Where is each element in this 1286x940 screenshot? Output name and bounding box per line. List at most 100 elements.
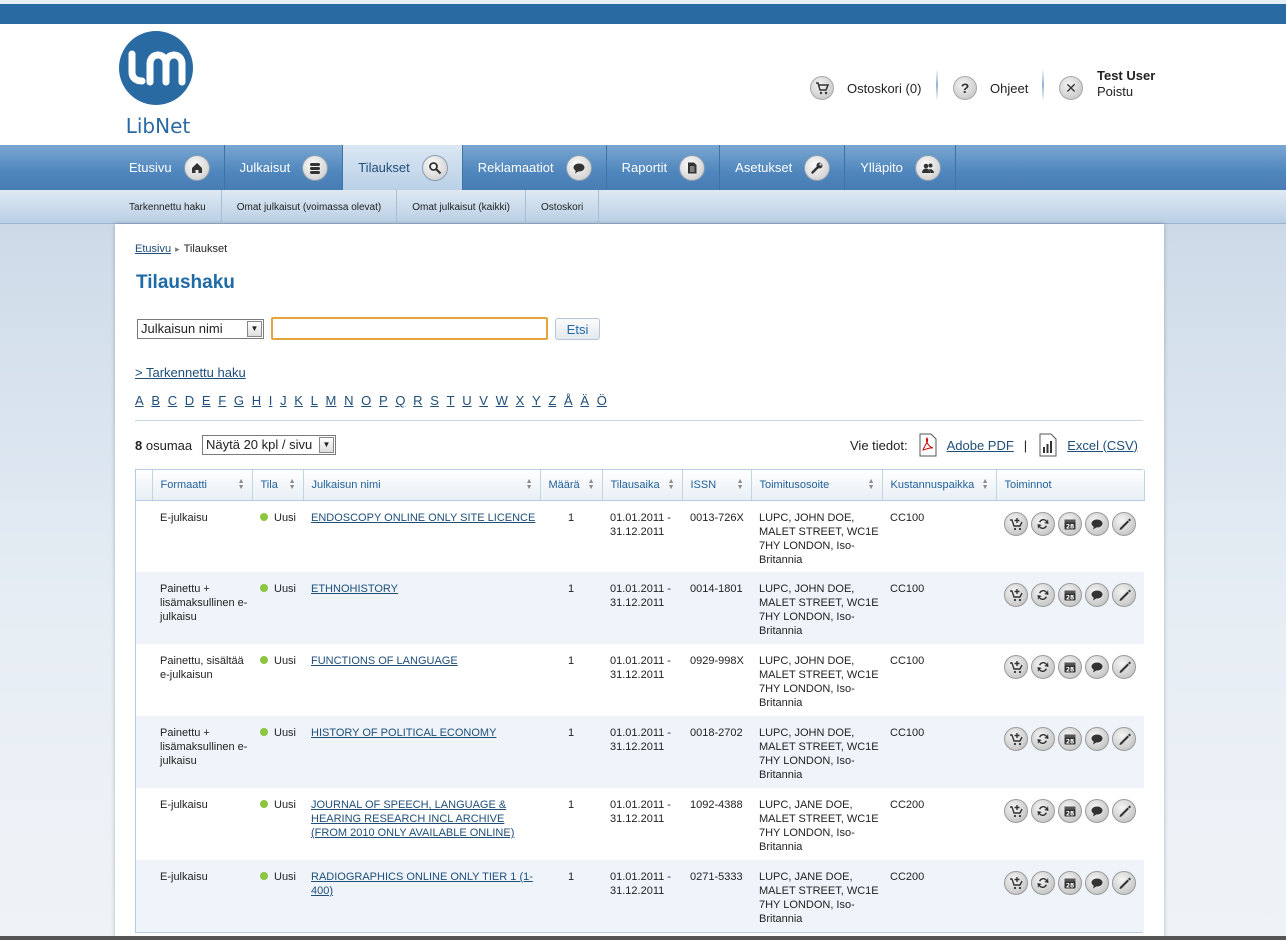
column-header-maara[interactable]: Määrä ▲ ▼ [540,470,603,501]
question-icon: ? [953,76,977,100]
letter-link[interactable]: Ä [580,393,589,408]
search-input[interactable] [271,317,548,340]
per-page-select[interactable]: Näytä 20 kpl / sivu ▼ [202,435,336,455]
letter-link[interactable]: Y [532,393,541,408]
subnav-item-own-all[interactable]: Omat julkaisut (kaikki) [397,190,527,224]
column-header-julkaisun-nimi[interactable]: Julkaisun nimi ▲ ▼ [303,470,541,501]
letter-link[interactable]: A [135,393,144,408]
calendar-button[interactable]: 28 [1058,727,1082,751]
renew-button[interactable] [1031,727,1055,751]
publication-title-link[interactable]: JOURNAL OF SPEECH, LANGUAGE & HEARING RE… [311,799,514,839]
letter-link[interactable]: J [280,393,287,408]
nav-item-raportit[interactable]: Raportit [607,145,721,190]
letter-link[interactable]: M [326,393,337,408]
nav-item-reklamaatiot[interactable]: Reklamaatiot [463,145,607,190]
edit-button[interactable] [1112,727,1136,751]
search-field-select[interactable]: Julkaisun nimi ▼ [137,319,264,339]
help-link[interactable]: ? Ohjeet [953,71,1028,105]
nav-item-julkaisut[interactable]: Julkaisut [225,145,344,190]
letter-link[interactable]: P [379,393,388,408]
letter-link[interactable]: Q [395,393,405,408]
export-csv-link[interactable]: Excel (CSV) [1067,438,1138,453]
letter-link[interactable]: S [430,393,439,408]
column-header-tilausaika[interactable]: Tilausaika ▲ ▼ [602,470,683,501]
cart-add-button[interactable] [1004,511,1028,536]
edit-button[interactable] [1112,871,1136,895]
column-header-tila[interactable]: Tila ▲ ▼ [252,470,304,501]
column-header-issn[interactable]: ISSN ▲ ▼ [682,470,752,501]
column-header-kustannuspaikka[interactable]: Kustannuspaikka ▲ ▼ [882,470,997,501]
nav-item-asetukset[interactable]: Asetukset [720,145,846,190]
letter-link[interactable]: N [344,393,353,408]
excel-icon [1039,433,1057,457]
cart-add-button[interactable] [1004,583,1028,607]
nav-item-tilaukset[interactable]: Tilaukset [343,145,463,190]
letter-link[interactable]: Å [564,393,573,408]
advanced-search-link[interactable]: > Tarkennettu haku [135,365,246,380]
subnav-item-advanced-search[interactable]: Tarkennettu haku [114,190,222,224]
renew-button[interactable] [1031,799,1055,823]
cart-add-button[interactable] [1004,655,1028,679]
publication-title-link[interactable]: ENDOSCOPY ONLINE ONLY SITE LICENCE [311,512,535,524]
logout-link[interactable]: Poistu [1097,84,1155,99]
letter-link[interactable]: E [202,393,211,408]
comment-button[interactable] [1085,511,1109,536]
comment-button[interactable] [1085,655,1109,679]
letter-link[interactable]: H [252,393,261,408]
calendar-button[interactable]: 28 [1058,655,1082,679]
nav-item-yllapito[interactable]: Ylläpito [845,145,956,190]
column-header-formaatti[interactable]: Formaatti ▲ ▼ [152,470,253,501]
letter-link[interactable]: L [311,393,318,408]
renew-button[interactable] [1031,583,1055,607]
publication-title-link[interactable]: RADIOGRAPHICS ONLINE ONLY TIER 1 (1-400) [311,871,533,897]
edit-button[interactable] [1112,655,1136,679]
cart-add-button[interactable] [1004,871,1028,895]
comment-button[interactable] [1085,583,1109,607]
column-header-toimitusosoite[interactable]: Toimitusosoite ▲ ▼ [751,470,883,501]
cart-add-button[interactable] [1004,799,1028,823]
letter-link[interactable]: Z [548,393,556,408]
calendar-button[interactable]: 28 [1058,583,1082,607]
letter-link[interactable]: F [218,393,226,408]
edit-button[interactable] [1112,799,1136,823]
calendar-icon: 28 [1063,517,1077,531]
renew-button[interactable] [1031,655,1055,679]
letter-link[interactable]: I [269,393,273,408]
edit-button[interactable] [1112,583,1136,607]
publication-title-link[interactable]: FUNCTIONS OF LANGUAGE [311,655,458,667]
letter-link[interactable]: B [151,393,160,408]
edit-button[interactable] [1112,511,1136,536]
letter-link[interactable]: G [234,393,244,408]
publication-title-link[interactable]: HISTORY OF POLITICAL ECONOMY [311,727,496,739]
letter-link[interactable]: X [516,393,525,408]
nav-item-etusivu[interactable]: Etusivu [114,145,225,190]
letter-link[interactable]: D [185,393,194,408]
search-button[interactable]: Etsi [555,318,600,340]
comment-button[interactable] [1085,871,1109,895]
cart-link[interactable]: Ostoskori (0) [810,71,921,105]
calendar-button[interactable]: 28 [1058,799,1082,823]
subnav-item-cart[interactable]: Ostoskori [526,190,600,224]
letter-link[interactable]: K [294,393,303,408]
letter-link[interactable]: V [479,393,488,408]
letter-link[interactable]: T [447,393,455,408]
libnet-logo[interactable]: LibNet [118,30,198,140]
letter-link[interactable]: O [361,393,371,408]
letter-link[interactable]: R [413,393,422,408]
renew-button[interactable] [1031,871,1055,895]
publication-title-link[interactable]: ETHNOHISTORY [311,583,398,595]
logout-icon-button[interactable]: ✕ [1059,71,1083,105]
renew-button[interactable] [1031,511,1055,536]
letter-link[interactable]: U [462,393,471,408]
subnav-item-own-valid[interactable]: Omat julkaisut (voimassa olevat) [222,190,398,224]
comment-button[interactable] [1085,799,1109,823]
letter-link[interactable]: W [496,393,508,408]
letter-link[interactable]: C [168,393,177,408]
comment-button[interactable] [1085,727,1109,751]
calendar-button[interactable]: 28 [1058,511,1082,536]
letter-link[interactable]: Ö [597,393,607,408]
export-pdf-link[interactable]: Adobe PDF [947,438,1014,453]
breadcrumb-home-link[interactable]: Etusivu [135,243,171,255]
calendar-button[interactable]: 28 [1058,871,1082,895]
cart-add-button[interactable] [1004,727,1028,751]
